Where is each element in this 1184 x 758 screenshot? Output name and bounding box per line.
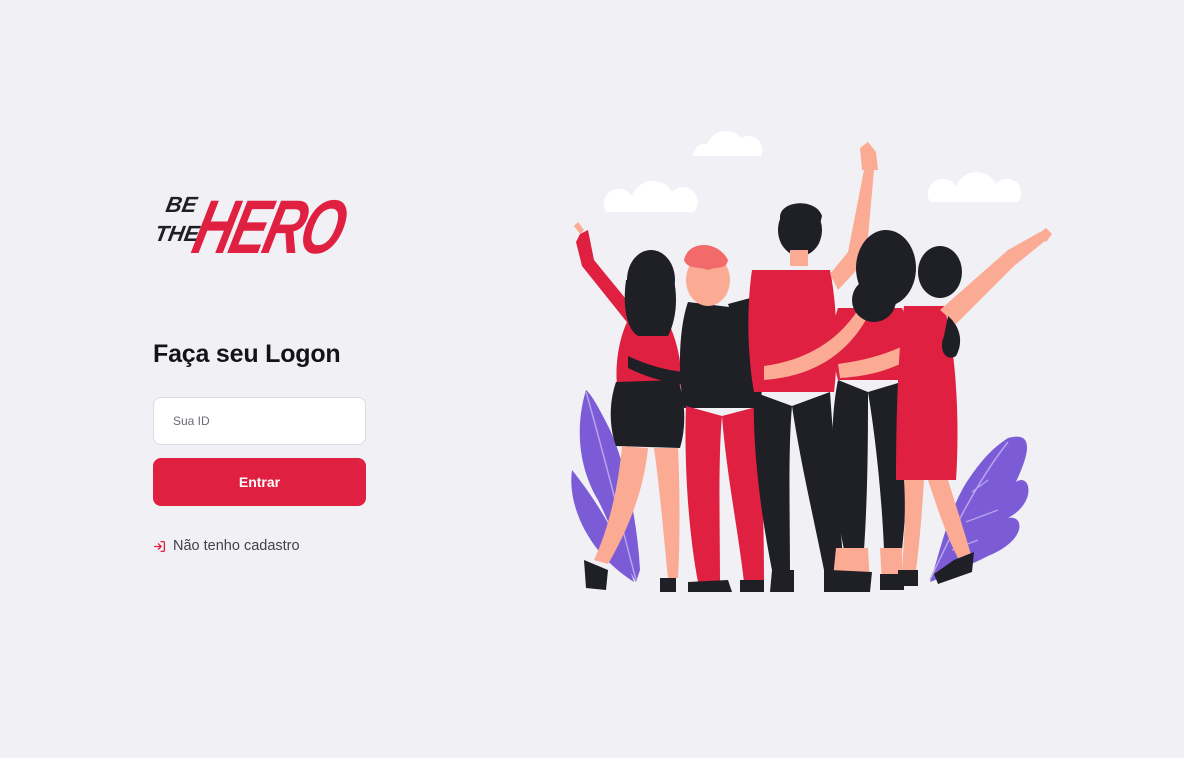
- be-the-hero-logo: BE THE HERO: [152, 172, 356, 262]
- register-link-label: Não tenho cadastro: [173, 538, 300, 554]
- logon-page: BE THE HERO Faça seu Logon Entrar Não te…: [0, 0, 1184, 758]
- log-in-icon: [153, 540, 166, 553]
- register-link[interactable]: Não tenho cadastro: [153, 538, 300, 554]
- login-button[interactable]: Entrar: [153, 458, 366, 506]
- logo-hero-text: HERO: [186, 185, 355, 262]
- heroes-illustration: [568, 130, 1058, 600]
- page-title: Faça seu Logon: [153, 340, 341, 368]
- id-input[interactable]: [153, 397, 366, 445]
- logo-be-text: BE: [164, 192, 200, 217]
- clouds: [603, 130, 1022, 212]
